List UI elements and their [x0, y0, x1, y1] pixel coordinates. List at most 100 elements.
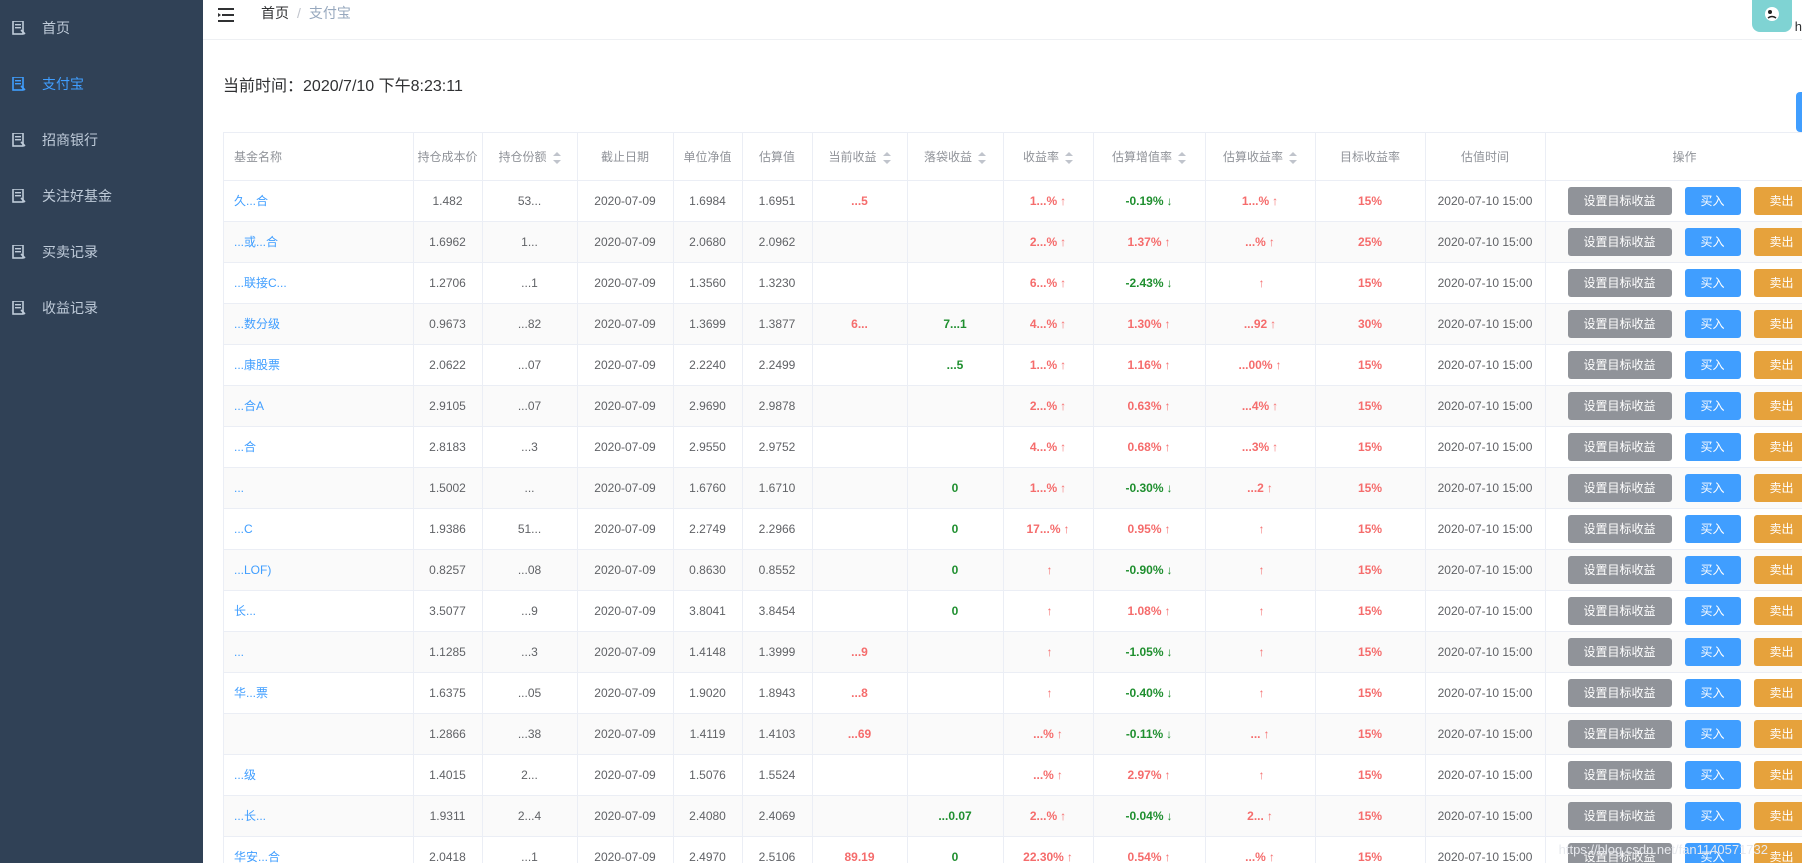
sell-button[interactable]: 卖出 — [1753, 760, 1802, 789]
set-target-button[interactable]: 设置目标收益 — [1567, 350, 1672, 379]
fund-name-link[interactable]: ... — [224, 467, 414, 509]
fund-name-link[interactable]: 华...票 — [224, 672, 414, 714]
realized-profit — [907, 180, 1004, 222]
sort-caret-icon[interactable] — [882, 151, 891, 164]
buy-button[interactable]: 买入 — [1684, 555, 1741, 584]
sell-button[interactable]: 卖出 — [1753, 555, 1802, 584]
column-header-profit-rate[interactable]: 收益率 — [1003, 133, 1094, 181]
sell-button[interactable]: 卖出 — [1753, 719, 1802, 748]
buy-button[interactable]: 买入 — [1684, 473, 1741, 502]
fund-name-link[interactable]: 华安...合 — [224, 836, 414, 863]
sell-button[interactable]: 卖出 — [1753, 268, 1802, 297]
buy-button[interactable]: 买入 — [1684, 268, 1741, 297]
realized-profit — [907, 221, 1004, 263]
buy-button[interactable]: 买入 — [1684, 514, 1741, 543]
sort-caret-icon[interactable] — [1289, 151, 1297, 164]
fund-name-link[interactable]: ...长... — [224, 795, 414, 837]
buy-button[interactable]: 买入 — [1684, 350, 1741, 379]
buy-button[interactable]: 买入 — [1684, 596, 1741, 625]
fund-name-link[interactable]: ... — [224, 631, 414, 673]
column-header-est-profit-rate[interactable]: 估算收益率 — [1205, 133, 1316, 181]
sidebar-item-profit-records[interactable]: 收益记录 — [0, 280, 203, 336]
sort-caret-icon[interactable] — [552, 151, 561, 164]
set-target-button[interactable]: 设置目标收益 — [1567, 801, 1672, 830]
set-target-button[interactable]: 设置目标收益 — [1567, 268, 1672, 297]
profit-rate: 22.30% — [1023, 849, 1064, 863]
sidebar-item-home[interactable]: 首页 — [0, 0, 203, 56]
sell-button[interactable]: 卖出 — [1753, 678, 1802, 707]
column-header-shares[interactable]: 持仓份额 — [482, 133, 578, 181]
sell-button[interactable]: 卖出 — [1753, 432, 1802, 461]
sell-button[interactable]: 卖出 — [1753, 514, 1802, 543]
hamburger-icon[interactable] — [218, 6, 236, 24]
sell-button[interactable]: 卖出 — [1753, 391, 1802, 420]
set-target-button[interactable]: 设置目标收益 — [1567, 596, 1672, 625]
fund-name-link[interactable]: ...康股票 — [224, 344, 414, 386]
est-profit-rate-cell: ...% ↑ — [1205, 836, 1316, 863]
sell-button[interactable]: 卖出 — [1753, 473, 1802, 502]
buy-button[interactable]: 买入 — [1684, 678, 1741, 707]
breadcrumb-home[interactable]: 首页 — [261, 5, 289, 21]
buy-button[interactable]: 买入 — [1684, 719, 1741, 748]
sidebar-item-label: 支付宝 — [42, 76, 84, 92]
current-profit — [812, 795, 908, 837]
buy-button[interactable]: 买入 — [1684, 637, 1741, 666]
sell-button[interactable]: 卖出 — [1753, 186, 1802, 215]
set-target-button[interactable]: 设置目标收益 — [1567, 637, 1672, 666]
sell-button[interactable]: 卖出 — [1753, 309, 1802, 338]
set-target-button[interactable]: 设置目标收益 — [1567, 391, 1672, 420]
profit-rate-cell: ...% ↑ — [1003, 754, 1094, 796]
fund-name-link[interactable]: ...合 — [224, 426, 414, 468]
sort-caret-icon[interactable] — [1178, 151, 1186, 164]
actions-cell: 设置目标收益 买入 卖出 — [1545, 713, 1802, 755]
add-button-edge[interactable] — [1796, 92, 1802, 132]
fund-name-link[interactable] — [224, 713, 414, 755]
column-header-current-profit[interactable]: 当前收益 — [812, 133, 908, 181]
column-header-realized-profit[interactable]: 落袋收益 — [907, 133, 1004, 181]
sell-button[interactable]: 卖出 — [1753, 801, 1802, 830]
sort-caret-icon[interactable] — [978, 151, 986, 164]
set-target-button[interactable]: 设置目标收益 — [1567, 719, 1672, 748]
set-target-button[interactable]: 设置目标收益 — [1567, 309, 1672, 338]
set-target-button[interactable]: 设置目标收益 — [1567, 760, 1672, 789]
sidebar-item-trade-records[interactable]: 买卖记录 — [0, 224, 203, 280]
fund-name-link[interactable]: ...C — [224, 508, 414, 550]
set-target-button[interactable]: 设置目标收益 — [1567, 555, 1672, 584]
fund-name-link[interactable]: ...联接C... — [224, 262, 414, 304]
sidebar-item-cmb[interactable]: 招商银行 — [0, 112, 203, 168]
fund-name-link[interactable]: 久...合 — [224, 180, 414, 222]
sort-caret-icon[interactable] — [1065, 151, 1073, 164]
set-target-button[interactable]: 设置目标收益 — [1567, 514, 1672, 543]
sidebar-item-alipay[interactable]: 支付宝 — [0, 56, 203, 112]
sell-button[interactable]: 卖出 — [1753, 596, 1802, 625]
fund-name-link[interactable]: 长... — [224, 590, 414, 632]
set-target-button[interactable]: 设置目标收益 — [1567, 432, 1672, 461]
sell-button[interactable]: 卖出 — [1753, 227, 1802, 256]
sell-button[interactable]: 卖出 — [1753, 350, 1802, 379]
fund-name-link[interactable]: ...数分级 — [224, 303, 414, 345]
fund-name-link[interactable]: ...合A — [224, 385, 414, 427]
fund-name-link[interactable]: ...或...合 — [224, 221, 414, 263]
fund-name-link[interactable]: ...LOF) — [224, 549, 414, 591]
buy-button[interactable]: 买入 — [1684, 391, 1741, 420]
buy-button[interactable]: 买入 — [1684, 309, 1741, 338]
fund-name-link[interactable]: ...级 — [224, 754, 414, 796]
username-initial[interactable]: h — [1795, 19, 1802, 34]
set-target-button[interactable]: 设置目标收益 — [1567, 186, 1672, 215]
est-profit-rate-cell: ↑ — [1205, 549, 1316, 591]
buy-button[interactable]: 买入 — [1684, 760, 1741, 789]
sidebar-item-follow-funds[interactable]: 关注好基金 — [0, 168, 203, 224]
set-target-button[interactable]: 设置目标收益 — [1567, 473, 1672, 502]
set-target-button[interactable]: 设置目标收益 — [1567, 227, 1672, 256]
set-target-button[interactable]: 设置目标收益 — [1567, 678, 1672, 707]
buy-button[interactable]: 买入 — [1684, 432, 1741, 461]
buy-button[interactable]: 买入 — [1684, 801, 1741, 830]
buy-button[interactable]: 买入 — [1684, 186, 1741, 215]
arrow-up-icon: ↑ — [1164, 767, 1171, 782]
avatar[interactable] — [1752, 0, 1792, 32]
sell-button[interactable]: 卖出 — [1753, 637, 1802, 666]
est-growth-rate: -0.30% — [1125, 480, 1164, 495]
column-header-est-growth-rate[interactable]: 估算增值率 — [1093, 133, 1206, 181]
target-rate: 25% — [1315, 221, 1426, 263]
buy-button[interactable]: 买入 — [1684, 227, 1741, 256]
